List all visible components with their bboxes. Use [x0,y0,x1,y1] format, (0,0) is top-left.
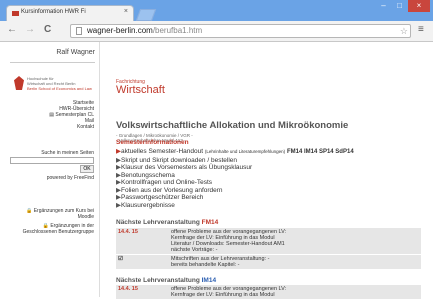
list-item[interactable]: ▶Passwortgeschützer Bereich [116,194,354,202]
list-item[interactable]: ▶Klausurergebnisse [116,202,354,210]
browser-toolbar: ← → C wagner-berlin.com/berufba1.htm ☆ ≡ [0,21,433,42]
browser-tab[interactable]: Kursinformation HWR Fi × [6,5,134,21]
address-bar[interactable]: wagner-berlin.com/berufba1.htm ☆ [70,24,411,38]
maximize-button[interactable]: □ [392,0,407,12]
list-item[interactable]: ▶Kontrollfragen und Online-Tests [116,179,354,187]
tab-close-icon[interactable]: × [124,8,128,15]
author-name: Ralf Wagner [56,49,95,56]
page-icon [76,27,82,35]
table-row: 14.4. 15 offene Probleme aus der vorange… [116,285,421,300]
semester-info-heading: Semesterinformationen [116,139,189,146]
forward-arrow-icon[interactable]: → [25,24,35,35]
closed-group-link[interactable]: 🔒 Ergänzungen in der Geschlossenen Benut… [0,223,94,235]
list-item[interactable]: ▶Klausur des Vorsemesters als Übungsklau… [116,164,354,172]
moodle-link[interactable]: 🔒 Ergänzungen zum Kurs bei Moodle [0,208,94,220]
semester-info-list: ▶aktuelles Semester-Handout (Lehrinhalte… [116,148,354,209]
page-title: Volkswirtschaftliche Allokation und Mikr… [116,120,349,131]
sidebar-links: Startseite HWR-Übersicht ▤ Semesterplan … [0,100,94,130]
url-path: /berufba1.htm [152,26,203,35]
back-arrow-icon[interactable]: ← [7,24,17,35]
hwr-bear-logo-icon[interactable] [14,76,24,90]
next-lecture-heading-1: Nächste Lehrveranstaltung FM14 [116,219,219,226]
powered-by-freefind[interactable]: powered by FreeFind [0,175,94,181]
sidebar-link-kontakt[interactable]: Kontakt [0,124,94,130]
subject-heading: Wirtschaft [116,84,165,96]
next-lecture-table-2: 14.4. 15 offene Probleme aus der vorange… [116,285,421,300]
search-ok-button[interactable]: OK [80,165,94,173]
list-item[interactable]: ▶aktuelles Semester-Handout (Lehrinhalte… [116,148,354,157]
new-tab-button[interactable] [135,9,157,21]
divider [10,62,95,63]
next-lecture-table-1: 14.4. 15 offene Probleme aus der vorange… [116,228,421,270]
close-window-button[interactable]: × [408,0,430,12]
lecture-date: 14.4. 15 [118,229,138,235]
table-row: 14.4. 15 offene Probleme aus der vorange… [116,228,421,255]
url-host: wagner-berlin.com [87,26,153,35]
search-label: Suche in meinen Seiten [41,150,94,156]
list-item[interactable]: ▶Skript und Skript downloaden / bestelle… [116,157,354,165]
checkbox-icon: ☑ [118,256,123,262]
list-item[interactable]: ▶Folien aus der Vorlesung anfordern [116,187,354,195]
list-item[interactable]: ▶Benotungsschema [116,172,354,180]
sidebar: Ralf Wagner Hochschule für Wirtschaft un… [0,42,100,297]
chrome-menu-icon[interactable]: ≡ [418,24,424,35]
web-page: Ralf Wagner Hochschule für Wirtschaft un… [0,42,433,300]
search-input[interactable] [10,157,94,164]
browser-titlebar: Kursinformation HWR Fi × – □ × [0,0,433,21]
bookmark-star-icon[interactable]: ☆ [400,25,408,37]
lecture-date: 14.4. 15 [118,286,138,292]
hwr-logo-text: Hochschule für Wirtschaft und Recht Berl… [27,76,92,91]
tab-title: Kursinformation HWR Fi [21,9,86,15]
reload-icon[interactable]: C [44,24,51,35]
minimize-button[interactable]: – [376,0,391,12]
table-row: ☑ Mitschriften aus der Lehrveranstaltung… [116,255,421,270]
next-lecture-heading-2: Nächste Lehrveranstaltung IM14 [116,277,217,284]
favicon-icon [12,11,19,16]
